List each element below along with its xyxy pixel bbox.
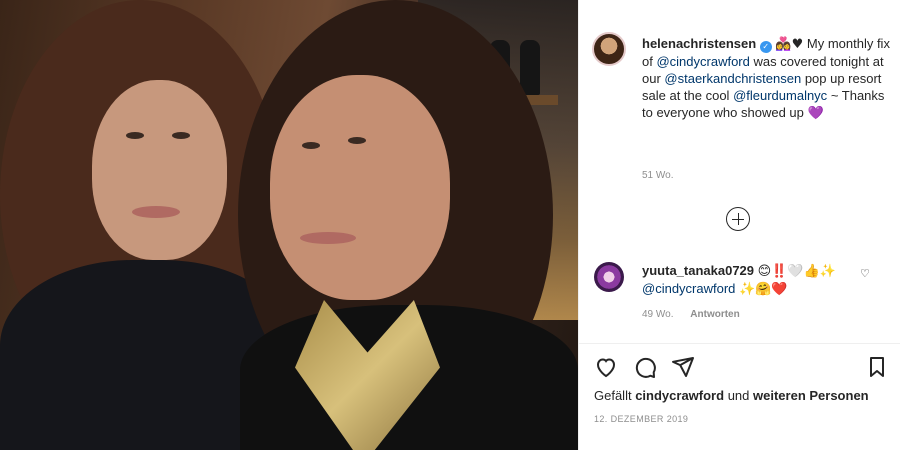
comment-username[interactable]: yuuta_tanaka0729: [642, 263, 754, 278]
likes-prefix: Gefällt: [594, 388, 632, 403]
likes-connector: und: [727, 388, 750, 403]
comment-metadata: 49 Wo. Antworten: [642, 309, 754, 320]
verified-badge-icon: ✓: [759, 41, 772, 53]
comment-emojis-1: 😊‼️🤍👍✨: [757, 264, 836, 279]
likes-others-link[interactable]: weiteren Personen: [753, 388, 869, 403]
post-time[interactable]: 51 Wo.: [642, 170, 674, 181]
post-author-username[interactable]: helenachristensen: [642, 36, 756, 51]
face-left-person: [92, 80, 227, 260]
actions-divider: [578, 343, 900, 344]
post-author-avatar[interactable]: [592, 32, 626, 66]
post-caption: helenachristensen ✓ 👩‍❤️‍👩♥ My monthly f…: [642, 35, 892, 122]
likes-summary: Gefällt cindycrawford und weiteren Perso…: [594, 388, 869, 404]
caption-mention-staerk[interactable]: @staerkandchristensen: [664, 71, 801, 86]
comment-emojis-2: ✨🤗❤️: [739, 282, 788, 297]
left-person-lips: [132, 206, 180, 218]
comment-author-avatar[interactable]: [594, 262, 624, 292]
heart-icon[interactable]: [594, 355, 618, 379]
face-right-person: [270, 75, 450, 300]
left-person-eye-right: [172, 132, 190, 139]
comment-like-heart-icon[interactable]: ♡: [860, 269, 872, 280]
caption-emoji-start: 👩‍❤️‍👩♥: [775, 37, 804, 52]
bookmark-icon[interactable]: [865, 355, 889, 379]
share-icon[interactable]: [671, 355, 695, 379]
right-person-lips: [300, 232, 356, 244]
shoe-right: [520, 40, 540, 95]
purple-heart-emoji: 💜: [807, 106, 824, 121]
right-person-eye-right: [348, 137, 366, 144]
comment-mention[interactable]: @cindycrawford: [642, 281, 735, 296]
reply-button[interactable]: Antworten: [690, 309, 739, 320]
post-date: 12. DEZEMBER 2019: [594, 414, 689, 424]
comment-text: yuuta_tanaka0729 😊‼️🤍👍✨ @cindycrawford ✨…: [642, 262, 862, 298]
comment-time[interactable]: 49 Wo.: [642, 309, 674, 320]
likes-name-link[interactable]: cindycrawford: [635, 388, 724, 403]
caption-mention-cindy[interactable]: @cindycrawford: [656, 54, 749, 69]
post-photo[interactable]: [0, 0, 578, 450]
caption-mention-fleurdumal[interactable]: @fleurdumalnyc: [733, 88, 827, 103]
right-person-eye-left: [302, 142, 320, 149]
left-person-eye-left: [126, 132, 144, 139]
comment-icon[interactable]: [633, 355, 657, 379]
load-more-comments-button[interactable]: [726, 207, 750, 231]
